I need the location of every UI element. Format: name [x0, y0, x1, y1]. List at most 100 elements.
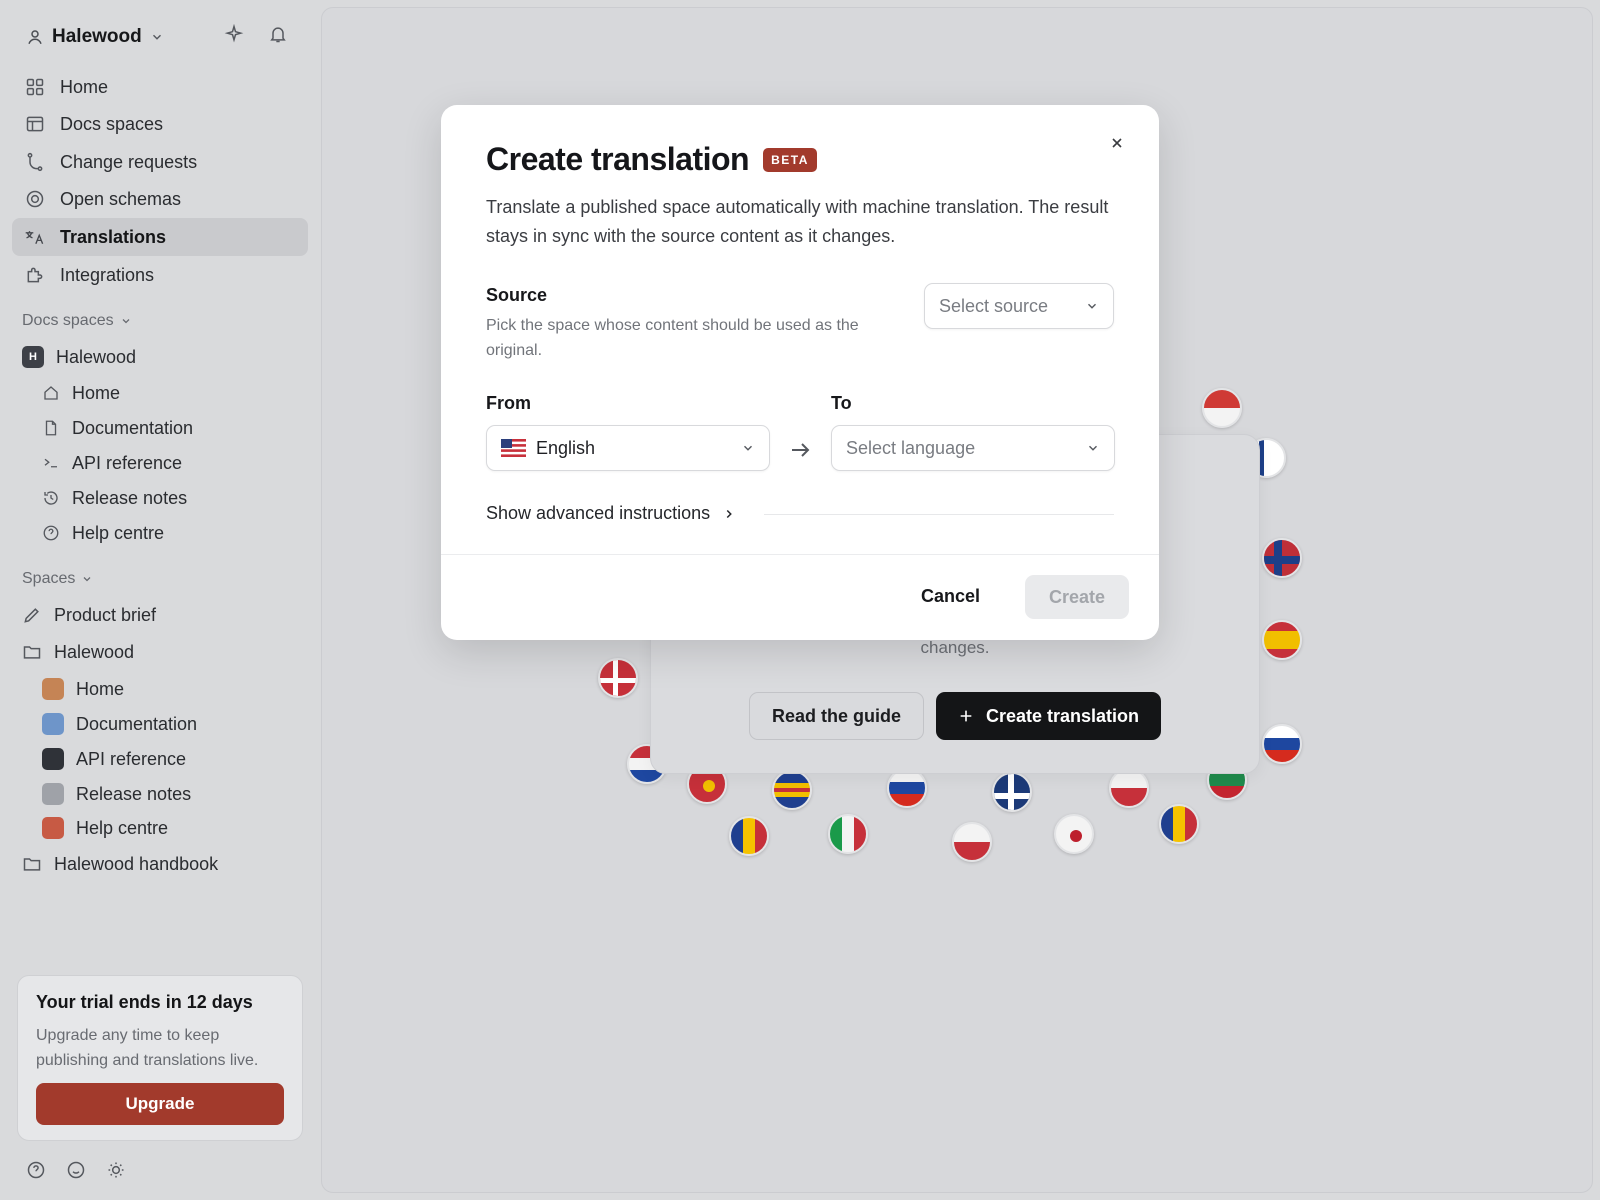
bell-icon[interactable]: [268, 24, 288, 44]
flag-icon: [1109, 768, 1149, 808]
tree-label: Release notes: [72, 487, 188, 508]
nav-label: Home: [60, 76, 109, 97]
grid-icon: [24, 76, 46, 98]
flag-icon: [598, 658, 638, 698]
flag-icon: [729, 816, 769, 856]
docs-item-release-notes[interactable]: Release notes: [42, 483, 187, 513]
docs-item-help-centre[interactable]: Help centre: [42, 518, 164, 548]
chevron-down-icon: [1085, 299, 1099, 313]
from-language-select[interactable]: English: [486, 425, 770, 471]
space-product-brief[interactable]: Product brief: [22, 600, 156, 630]
workspace-switcher[interactable]: Halewood: [26, 24, 164, 50]
history-icon: [42, 489, 60, 507]
user-icon: [26, 28, 44, 46]
space-halewood-handbook[interactable]: Halewood handbook: [22, 849, 218, 879]
nav-integrations[interactable]: Integrations: [12, 256, 308, 294]
to-language-placeholder: Select language: [846, 437, 976, 458]
nav-home[interactable]: Home: [12, 68, 308, 106]
space-item-documentation[interactable]: Documentation: [42, 709, 197, 739]
sun-icon[interactable]: [106, 1160, 126, 1180]
cancel-button[interactable]: Cancel: [901, 573, 1000, 619]
sidebar: Halewood Home Docs spaces Change request…: [0, 0, 318, 1200]
home-icon: [42, 384, 60, 402]
flag-icon: [1262, 538, 1302, 578]
trial-body: Upgrade any time to keep publishing and …: [36, 1027, 259, 1069]
beta-badge: BETA: [763, 147, 817, 172]
flag-icon: [1054, 814, 1094, 854]
space-swatch: [42, 783, 64, 805]
advanced-label: Show advanced instructions: [486, 503, 711, 523]
space-swatch: [42, 713, 64, 735]
to-label: To: [831, 393, 852, 413]
document-icon: [42, 419, 60, 437]
nav-change-requests[interactable]: Change requests: [12, 143, 308, 181]
space-swatch: [42, 748, 64, 770]
trial-card: Your trial ends in 12 days Upgrade any t…: [17, 975, 303, 1141]
space-item-help-centre[interactable]: Help centre: [42, 813, 168, 843]
space-item-api-reference[interactable]: API reference: [42, 744, 186, 774]
nav-label: Change requests: [60, 151, 198, 172]
flag-icon: [1262, 620, 1302, 660]
space-item-release-notes[interactable]: Release notes: [42, 779, 191, 809]
create-button[interactable]: Create: [1025, 575, 1129, 619]
source-help: Pick the space whose content should be u…: [486, 317, 859, 359]
us-flag-icon: [501, 439, 526, 457]
docs-item-home[interactable]: Home: [42, 378, 120, 408]
section-docs-spaces[interactable]: Docs spaces: [22, 312, 132, 330]
nav-open-schemas[interactable]: Open schemas: [12, 180, 308, 218]
create-translation-button[interactable]: Create translation: [935, 692, 1162, 740]
to-language-select[interactable]: Select language: [831, 425, 1115, 471]
docs-space-halewood[interactable]: H Halewood: [22, 342, 136, 372]
docs-item-api-reference[interactable]: API reference: [42, 448, 182, 478]
from-language-value: English: [536, 437, 596, 458]
tree-label: API reference: [72, 452, 183, 473]
section-label-text: Spaces: [22, 570, 76, 587]
nav-label: Open schemas: [60, 188, 182, 209]
nav-translations[interactable]: Translations: [12, 218, 308, 256]
advanced-instructions-toggle[interactable]: Show advanced instructions: [486, 503, 736, 524]
chevron-down-icon: [150, 30, 164, 44]
puzzle-icon: [24, 264, 46, 286]
space-swatch: [42, 817, 64, 839]
help-circle-icon[interactable]: [26, 1160, 46, 1180]
flag-icon: [1202, 388, 1242, 428]
space-item-home[interactable]: Home: [42, 674, 124, 704]
tree-label: Product brief: [54, 604, 157, 625]
arrow-right-icon: [788, 438, 812, 462]
folder-icon: [22, 854, 42, 874]
git-branch-icon: [24, 151, 46, 173]
smile-icon[interactable]: [66, 1160, 86, 1180]
sparkle-icon[interactable]: [224, 24, 244, 44]
dialog-title-text: Create translation: [486, 141, 750, 177]
flag-icon: [772, 770, 812, 810]
tree-label: Halewood handbook: [54, 853, 219, 874]
space-swatch: [42, 678, 64, 700]
tree-label: Help centre: [76, 817, 169, 838]
nav-docs-spaces[interactable]: Docs spaces: [12, 105, 308, 143]
trial-title: Your trial ends in 12 days: [36, 992, 253, 1012]
source-select[interactable]: Select source: [924, 283, 1114, 329]
flag-icon: [887, 768, 927, 808]
tree-label: Home: [76, 678, 125, 699]
read-guide-button[interactable]: Read the guide: [748, 692, 924, 740]
nav-label: Translations: [60, 226, 167, 247]
dialog-footer-divider: [441, 554, 1159, 555]
terminal-icon: [42, 454, 60, 472]
space-badge: H: [22, 346, 44, 368]
docs-item-documentation[interactable]: Documentation: [42, 413, 193, 443]
chevron-down-icon: [120, 315, 132, 327]
chevron-down-icon: [1086, 441, 1100, 455]
folder-icon: [22, 642, 42, 662]
button-label: Create translation: [985, 705, 1140, 726]
upgrade-button[interactable]: Upgrade: [36, 1083, 284, 1125]
flag-icon: [952, 822, 992, 862]
help-circle-icon: [42, 524, 60, 542]
nav-label: Docs spaces: [60, 113, 164, 134]
close-icon[interactable]: [1105, 131, 1129, 155]
pencil-icon: [22, 605, 42, 625]
section-spaces[interactable]: Spaces: [22, 570, 93, 588]
tree-label: API reference: [76, 748, 187, 769]
space-folder-halewood[interactable]: Halewood: [22, 637, 134, 667]
tree-label: Home: [72, 382, 121, 403]
dialog-description: Translate a published space automaticall…: [486, 197, 1109, 246]
